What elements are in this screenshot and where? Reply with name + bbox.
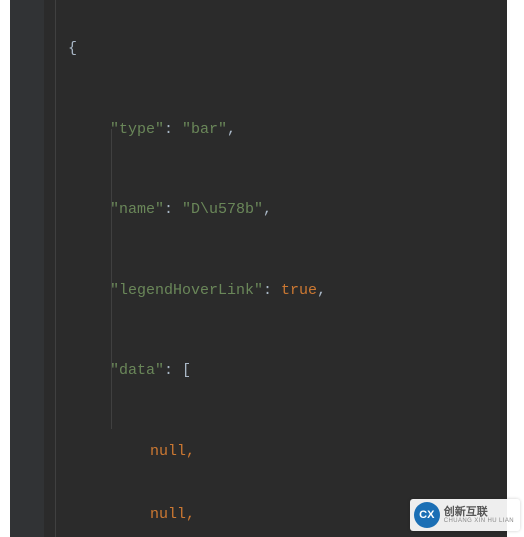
brace-open: { — [68, 40, 77, 57]
code-editor: { "type": "bar", "name": "D\u578b", "leg… — [10, 0, 507, 537]
code-line: null, — [10, 437, 507, 467]
code-line: "type": "bar", — [10, 115, 507, 145]
watermark-brand-cn: 创新互联 — [444, 507, 514, 518]
watermark: CX 创新互联 CHUANG XIN HU LIAN — [410, 499, 520, 531]
watermark-logo-icon: CX — [414, 502, 440, 528]
code-block: { "type": "bar", "name": "D\u578b", "leg… — [10, 0, 507, 537]
code-line: "data": [ — [10, 356, 507, 386]
code-line: "legendHoverLink": true, — [10, 276, 507, 306]
watermark-brand-en: CHUANG XIN HU LIAN — [444, 518, 514, 524]
code-line: "name": "D\u578b", — [10, 195, 507, 225]
